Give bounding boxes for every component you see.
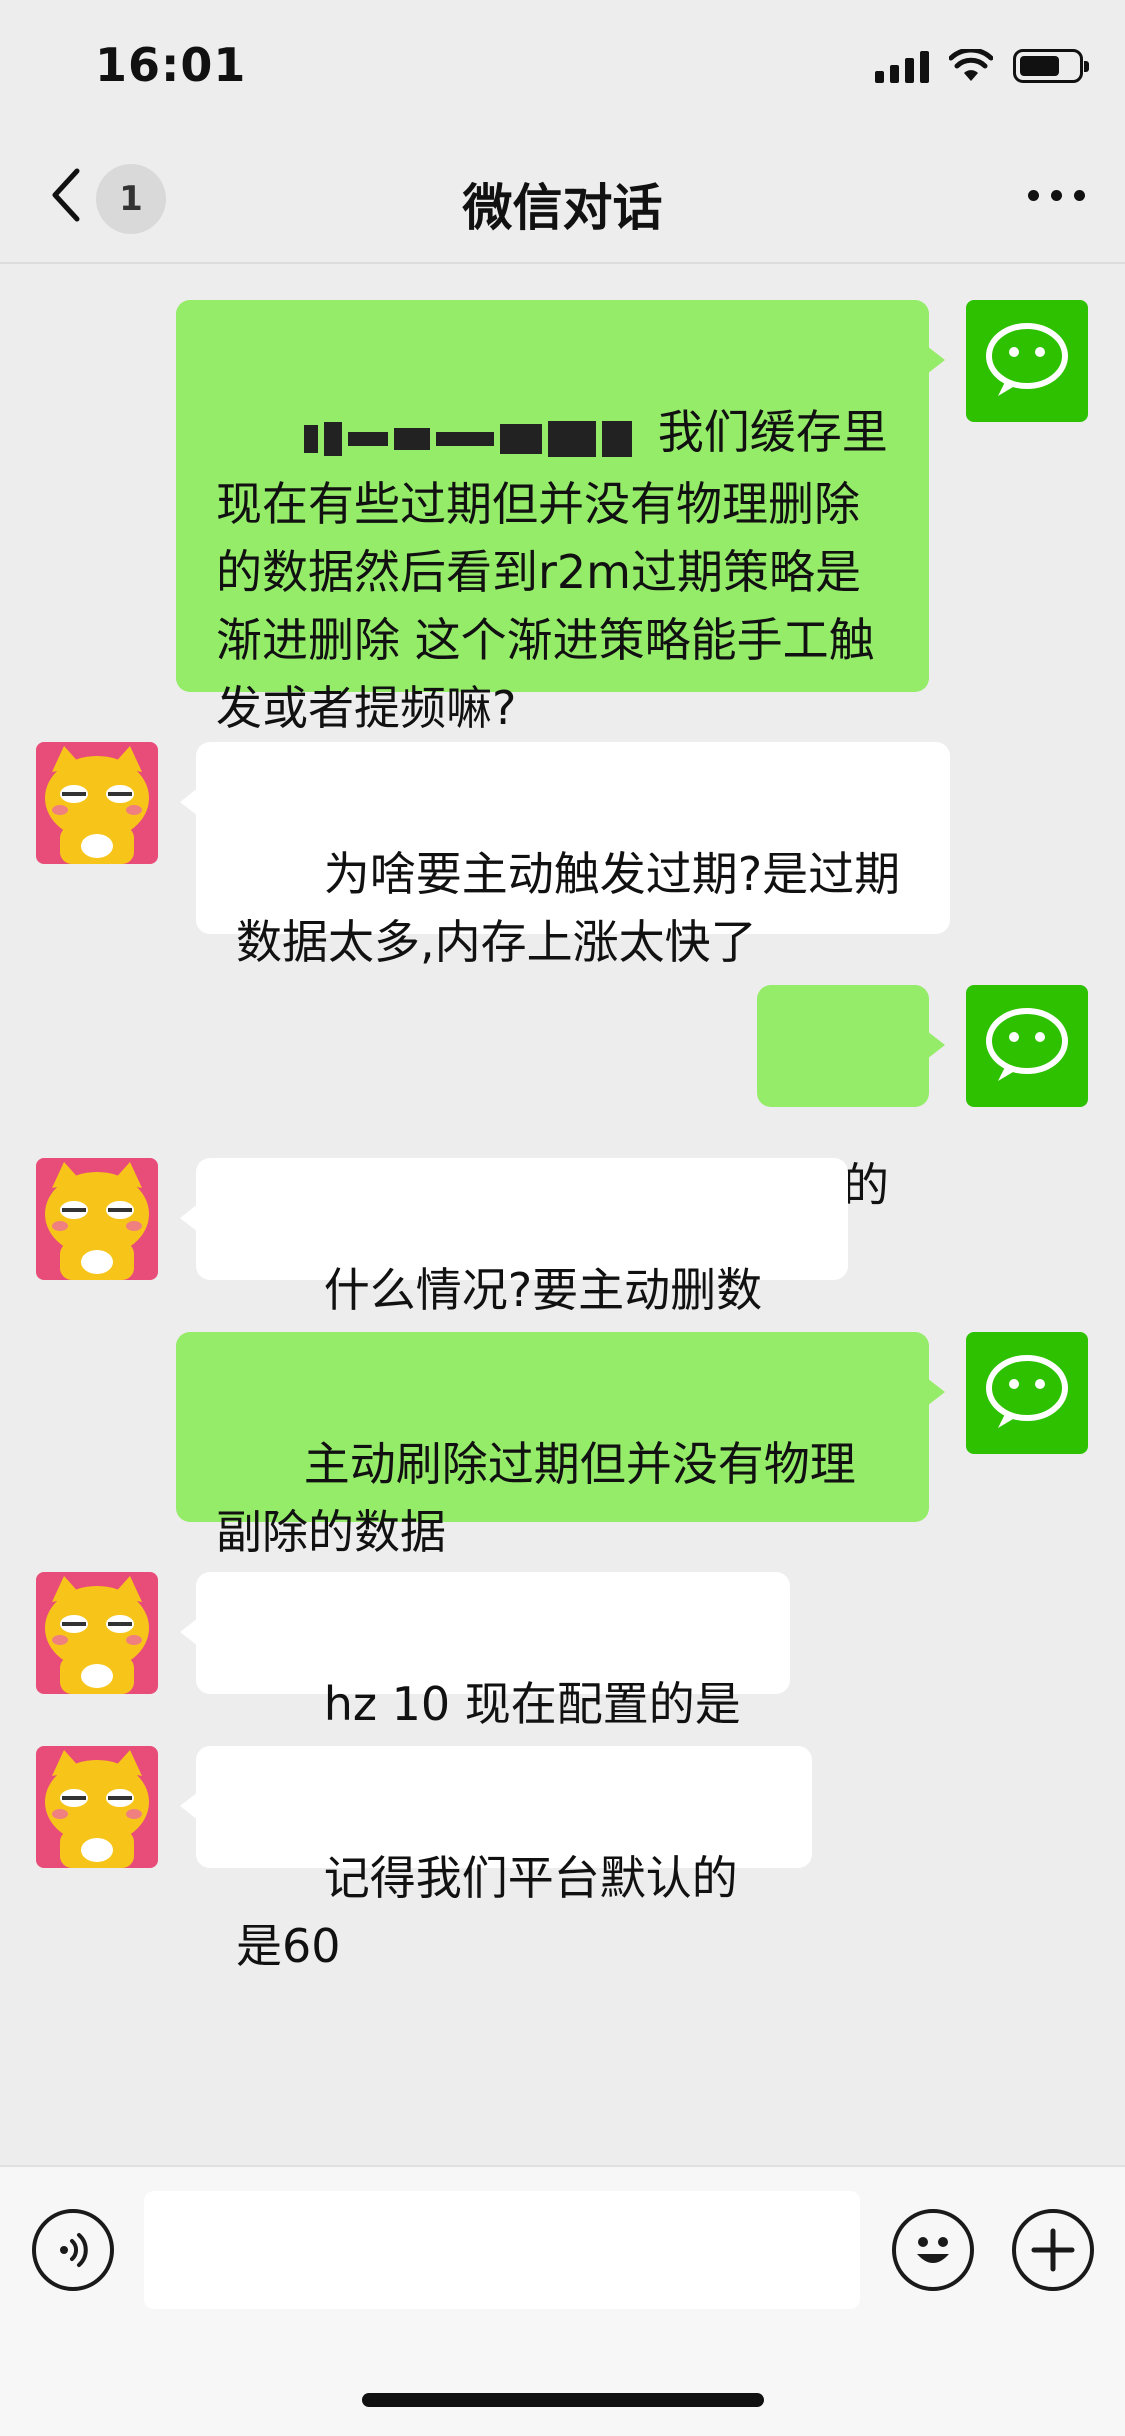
emoji-icon bbox=[917, 2237, 949, 2263]
chat-screen: 16:01 1 微信对话 我们缓存里现在有些过期但并没有物理删除的数据然后看到r… bbox=[0, 0, 1125, 2436]
contact-avatar[interactable] bbox=[36, 742, 158, 864]
message-input[interactable] bbox=[144, 2191, 860, 2309]
message-text: 记得我们平台默认的是60 bbox=[236, 1851, 738, 1973]
plus-icon bbox=[1031, 2228, 1075, 2272]
message-bubble-other[interactable]: hz 10 现在配置的是这个 bbox=[180, 1572, 790, 1799]
message-bubble-self[interactable]: 主动刷除过期但并没有物理副除的数据 bbox=[176, 1332, 945, 1559]
wechat-bubble-icon bbox=[986, 1355, 1068, 1428]
nav-divider bbox=[0, 262, 1125, 264]
message-bubble-self[interactable]: 我们缓存里现在有些过期但并没有物理删除的数据然后看到r2m过期策略是渐进删除 这… bbox=[176, 300, 945, 735]
wechat-bubble-icon bbox=[986, 1008, 1068, 1081]
status-bar: 16:01 bbox=[0, 0, 1125, 130]
battery-level bbox=[1020, 56, 1059, 76]
nav-bar: 1 微信对话 bbox=[0, 130, 1125, 264]
battery-icon bbox=[1013, 49, 1089, 83]
home-indicator bbox=[362, 2393, 764, 2407]
self-avatar[interactable] bbox=[966, 300, 1088, 422]
emoji-button[interactable] bbox=[892, 2209, 974, 2291]
voice-icon bbox=[60, 2233, 88, 2267]
message-text: 主动刷除过期但并没有物理副除的数据 bbox=[216, 1437, 856, 1559]
more-dots-icon[interactable] bbox=[1028, 190, 1085, 201]
contact-avatar[interactable] bbox=[36, 1572, 158, 1694]
voice-button[interactable] bbox=[32, 2209, 114, 2291]
message-bubble-other[interactable]: 为啥要主动触发过期?是过期数据太多,内存上涨太快了 bbox=[180, 742, 950, 969]
cartoon-cat-avatar-icon bbox=[36, 742, 158, 864]
message-bubble-other[interactable]: 记得我们平台默认的是60 bbox=[180, 1746, 812, 1973]
wechat-bubble-icon bbox=[986, 323, 1068, 396]
self-avatar[interactable] bbox=[966, 985, 1088, 1107]
cartoon-cat-avatar-icon bbox=[36, 1746, 158, 1868]
message-bubble-other[interactable]: 什么情况?要主动删数据? bbox=[180, 1158, 848, 1385]
chat-title: 微信对话 bbox=[462, 179, 663, 237]
contact-avatar[interactable] bbox=[36, 1746, 158, 1868]
message-text: 为啥要主动触发过期?是过期数据太多,内存上涨太快了 bbox=[236, 847, 901, 969]
contact-avatar[interactable] bbox=[36, 1158, 158, 1280]
wifi-icon bbox=[949, 49, 993, 81]
status-time: 16:01 bbox=[95, 38, 247, 92]
redacted-text bbox=[303, 402, 638, 470]
cartoon-cat-avatar-icon bbox=[36, 1158, 158, 1280]
signal-icon bbox=[875, 49, 929, 83]
plus-button[interactable] bbox=[1012, 2209, 1094, 2291]
status-icons bbox=[875, 46, 1089, 86]
cartoon-cat-avatar-icon bbox=[36, 1572, 158, 1694]
message-bubble-self[interactable]: 是的 bbox=[757, 985, 945, 1212]
self-avatar[interactable] bbox=[966, 1332, 1088, 1454]
